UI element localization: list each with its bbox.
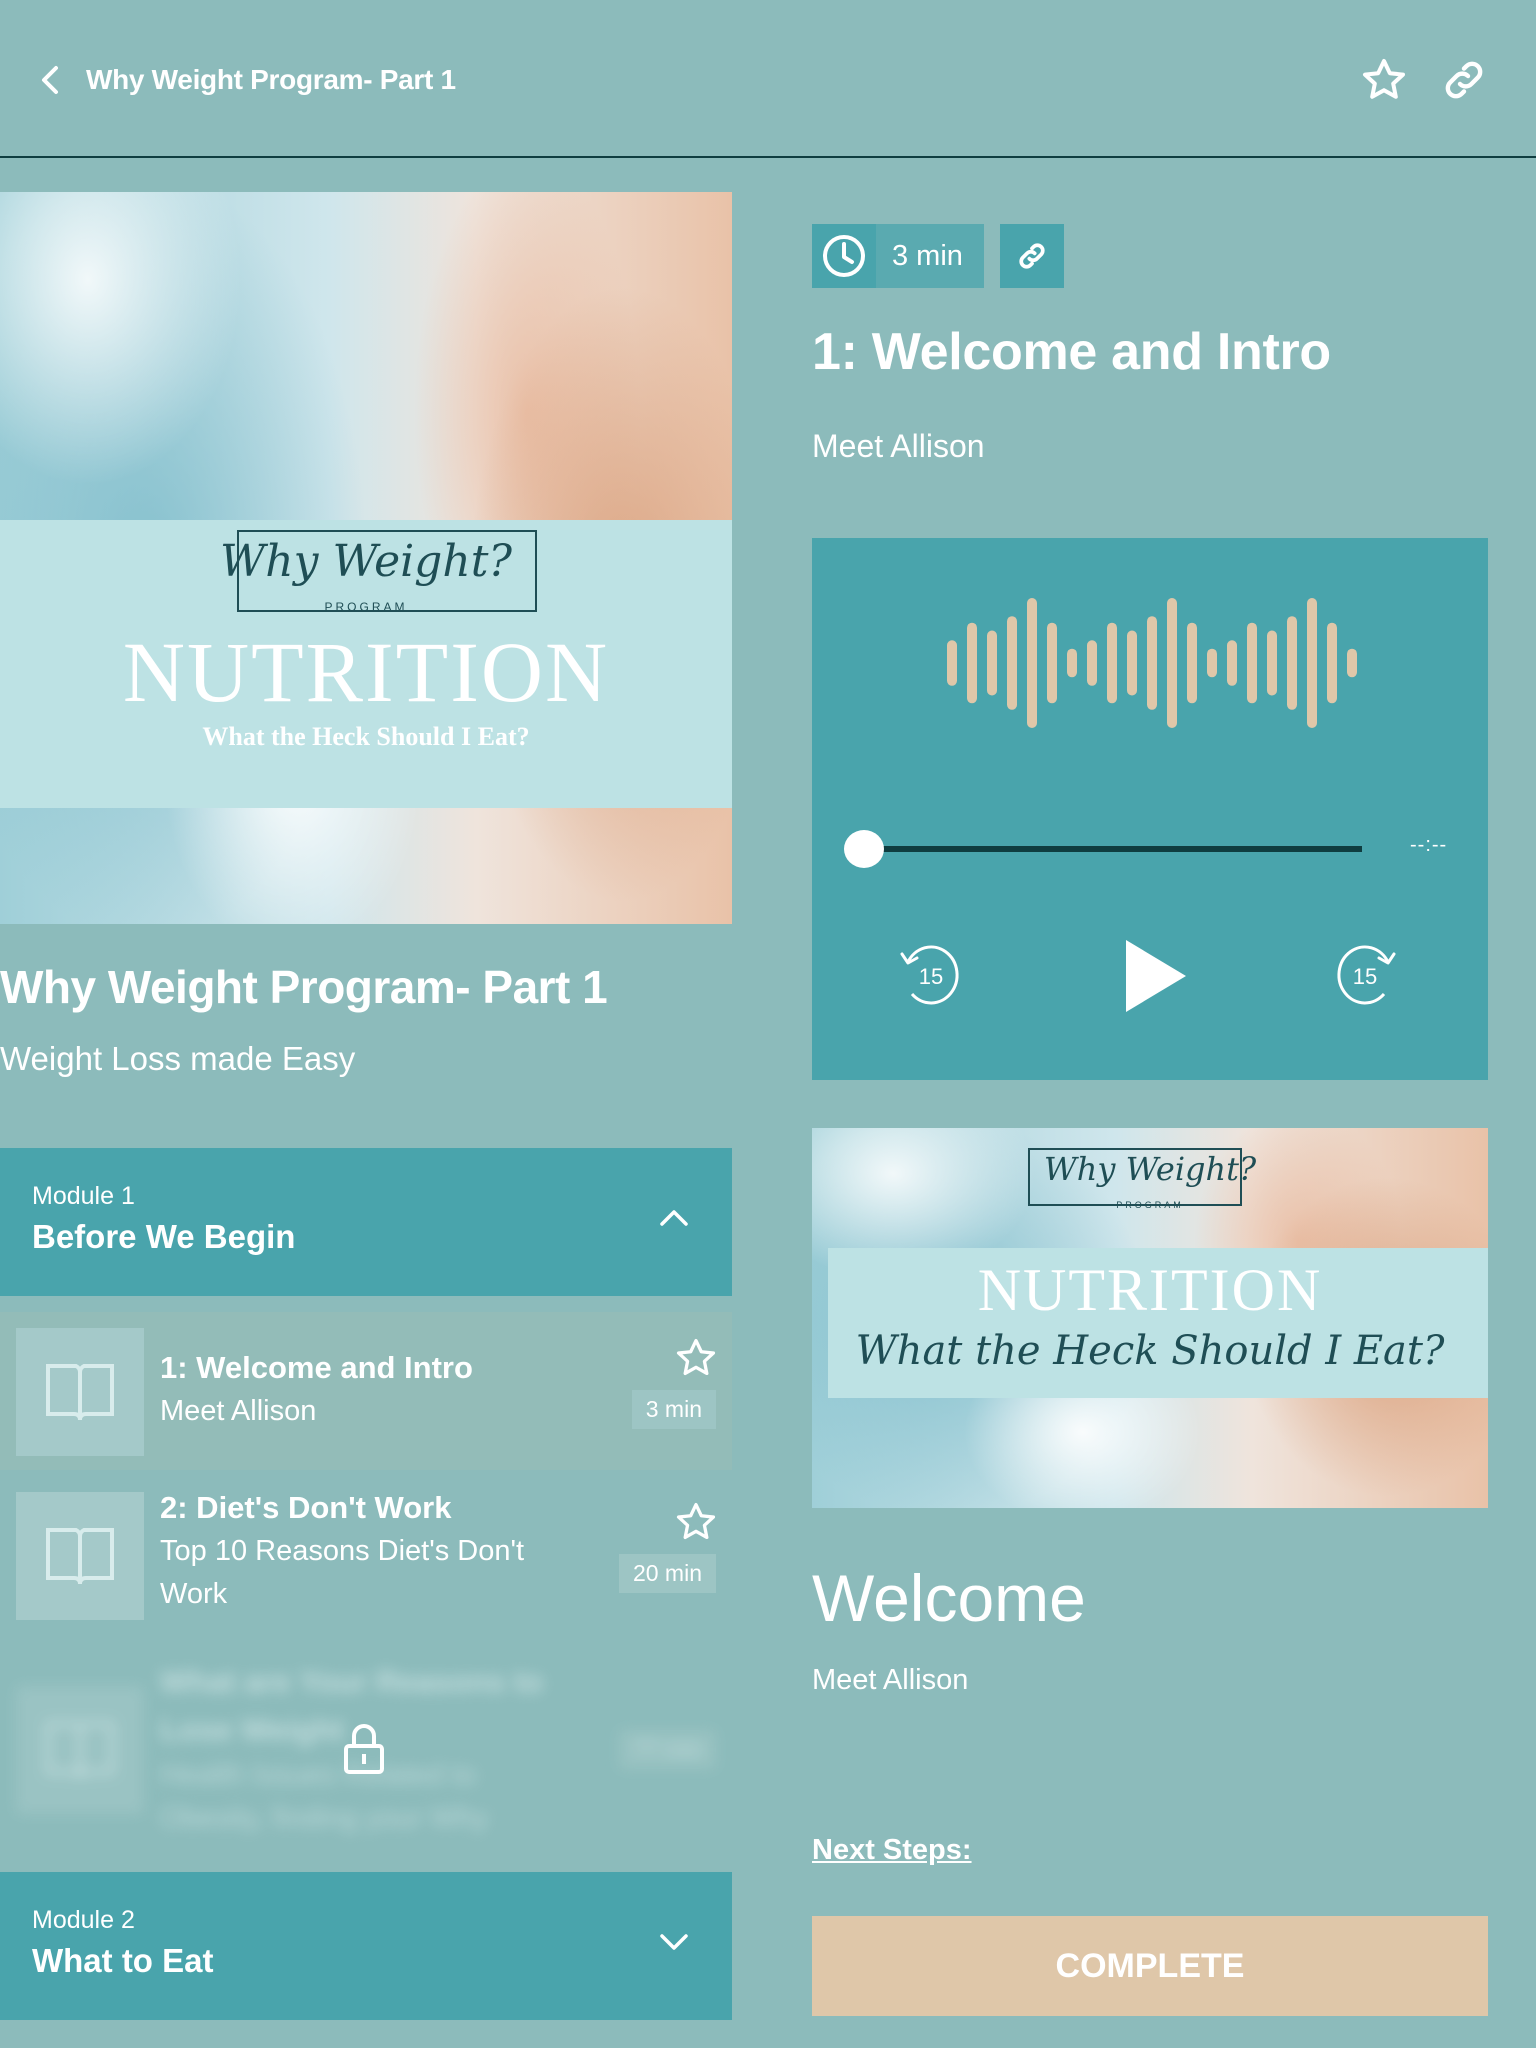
waveform-bar (1007, 616, 1017, 710)
link-icon (1019, 243, 1045, 269)
lesson-thumbnail (16, 1492, 144, 1620)
next-steps-link[interactable]: Next Steps: (812, 1834, 972, 1867)
body-heading: Welcome (812, 1561, 1086, 1635)
module-title: Before We Begin (32, 1218, 296, 1255)
seek-bar[interactable] (862, 846, 1362, 852)
share-link-button[interactable] (1440, 56, 1488, 104)
locked-lesson-item[interactable]: What are Your Reasons to Lose Weight Hea… (0, 1650, 732, 1840)
module-title: What to Eat (32, 1942, 214, 1979)
duration-badge: 3 min (812, 224, 984, 288)
cover-logo-sub: PROGRAM (324, 600, 408, 614)
waveform (947, 598, 1357, 728)
image-tagline: What the Heck Should I Eat? (855, 1328, 1445, 1374)
body-text: Meet Allison (812, 1664, 969, 1696)
copy-lesson-link-button[interactable] (1000, 224, 1064, 288)
play-button[interactable] (1112, 934, 1192, 1014)
clock-icon-box (812, 224, 876, 288)
program-title: Why Weight Program- Part 1 (0, 961, 608, 1013)
module-label: Module 2 (32, 1906, 135, 1934)
waveform-bar (1207, 648, 1217, 678)
waveform-bar (1267, 630, 1277, 696)
waveform-bar (1347, 648, 1357, 678)
chevron-up-icon (660, 1210, 688, 1226)
lesson-item[interactable]: 2: Diet's Don't Work Top 10 Reasons Diet… (0, 1476, 732, 1634)
cover-logo-script: Why Weight? (220, 536, 512, 587)
fast-forward-icon: 15 (1337, 945, 1396, 1005)
waveform-bar (1127, 630, 1137, 696)
clock-icon (823, 235, 865, 277)
waveform-bar (1047, 622, 1057, 704)
lesson-subtitle: Meet Allison (160, 1395, 317, 1427)
lesson-duration: ?? min (618, 1730, 716, 1769)
waveform-bar (967, 622, 977, 704)
lesson-title: 2: Diet's Don't Work (160, 1490, 452, 1525)
lesson-content-image: Why Weight? PROGRAM NUTRITION What the H… (812, 1128, 1488, 1508)
lesson-thumbnail (16, 1686, 144, 1814)
waveform-bar (1027, 598, 1037, 728)
lesson-duration: 20 min (618, 1554, 716, 1593)
program-cover-image: Why Weight? PROGRAM NUTRITION What the H… (0, 192, 732, 924)
waveform-bar (1307, 598, 1317, 728)
play-icon (1126, 940, 1186, 1012)
forward-seconds: 15 (1353, 964, 1377, 989)
cover-headline: NUTRITION (122, 624, 610, 720)
book-icon (46, 1364, 114, 1421)
cover-tagline: What the Heck Should I Eat? (202, 722, 530, 751)
book-icon (46, 1722, 114, 1779)
waveform-bar (1287, 616, 1297, 710)
waveform-bar (1107, 622, 1117, 704)
time-remaining: --:-- (1410, 834, 1448, 856)
waveform-bar (1167, 598, 1177, 728)
star-outline-icon[interactable] (674, 1336, 718, 1380)
waveform-bar (1227, 640, 1237, 686)
duration-text: 3 min (892, 240, 963, 272)
complete-button[interactable]: COMPLETE (812, 1916, 1488, 2016)
image-logo-script: Why Weight? (1043, 1150, 1257, 1188)
top-app-bar: Why Weight Program- Part 1 (0, 0, 1536, 158)
module-1-header[interactable]: Module 1 Before We Begin (0, 1148, 732, 1296)
image-logo-sub: PROGRAM (1116, 1200, 1184, 1210)
lesson-item[interactable]: 1: Welcome and Intro Meet Allison 3 min (0, 1312, 732, 1470)
waveform-bar (1187, 622, 1197, 704)
seek-handle[interactable] (844, 830, 884, 868)
lesson-subtitle: Top 10 Reasons Diet's Don't Work (160, 1535, 525, 1610)
waveform-bar (947, 640, 957, 686)
lesson-thumbnail (16, 1328, 144, 1456)
rewind-15-button[interactable]: 15 (894, 940, 962, 1008)
forward-15-button[interactable]: 15 (1334, 940, 1402, 1008)
lesson-duration: 3 min (631, 1390, 716, 1429)
favorite-button[interactable] (1360, 56, 1408, 104)
audio-player: --:-- 15 15 (812, 538, 1488, 1080)
module-2-header[interactable]: Module 2 What to Eat (0, 1872, 732, 2020)
waveform-bar (1247, 622, 1257, 704)
waveform-bar (1087, 640, 1097, 686)
star-outline-icon[interactable] (674, 1500, 718, 1544)
waveform-bar (1327, 622, 1337, 704)
rewind-seconds: 15 (919, 964, 943, 989)
header-title: Why Weight Program- Part 1 (86, 64, 456, 95)
waveform-bar (1067, 648, 1077, 678)
star-outline-icon (1363, 59, 1405, 99)
lesson-heading: 1: Welcome and Intro (812, 323, 1331, 381)
lesson-description: Meet Allison (812, 428, 985, 464)
image-headline: NUTRITION (977, 1257, 1323, 1323)
module-label: Module 1 (32, 1182, 135, 1210)
lesson-title: 1: Welcome and Intro (160, 1350, 473, 1385)
lock-icon (344, 1724, 384, 1774)
rewind-icon: 15 (900, 945, 959, 1005)
waveform-bar (1147, 616, 1157, 710)
chevron-down-icon (660, 1934, 688, 1950)
link-icon (1445, 61, 1483, 99)
book-icon (46, 1528, 114, 1585)
back-button[interactable] (36, 60, 66, 100)
program-subtitle: Weight Loss made Easy (0, 1040, 356, 1077)
chevron-left-icon (42, 66, 58, 94)
waveform-bar (987, 630, 997, 696)
